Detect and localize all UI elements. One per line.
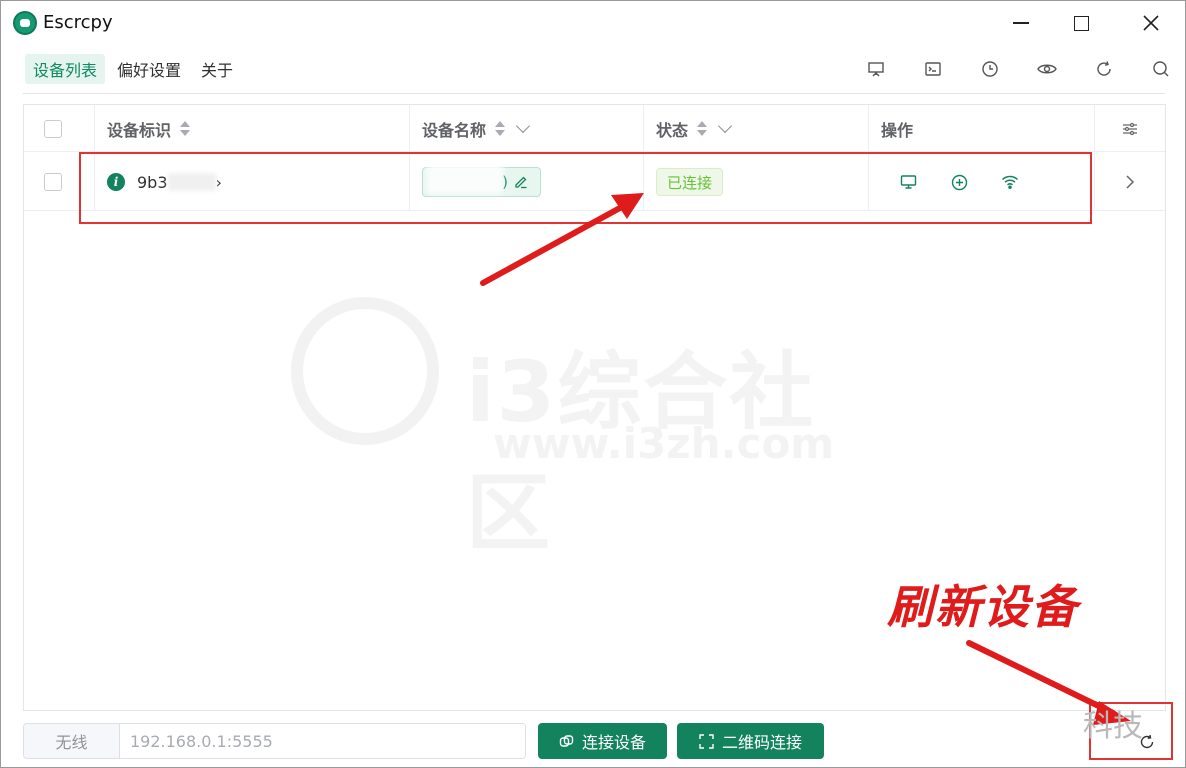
scan-icon [699,733,714,749]
qr-connect-button[interactable]: 二维码连接 [677,723,824,759]
connect-device-label: 连接设备 [581,733,646,752]
arrow-to-status [480,200,632,286]
link-icon [559,734,574,747]
qr-connect-label: 二维码连接 [721,733,802,752]
annotation-arrows [480,193,1131,725]
wireless-address-group: 无线 [23,723,526,759]
ip-address-input[interactable] [120,724,525,758]
connect-device-button[interactable]: 连接设备 [538,723,667,759]
arrowhead [611,193,644,219]
bottom-bar: 无线 连接设备 二维码连接 [23,723,1173,759]
refresh-devices-button[interactable] [1129,729,1165,755]
wireless-prefix: 无线 [24,724,120,758]
refresh-icon [1140,734,1154,749]
app-window: Escrcpy 设备列表 偏好设置 关于 i3综合社区 www.i3zh.com… [0,0,1186,768]
annotation-label: 刷新设备 [887,580,1079,634]
